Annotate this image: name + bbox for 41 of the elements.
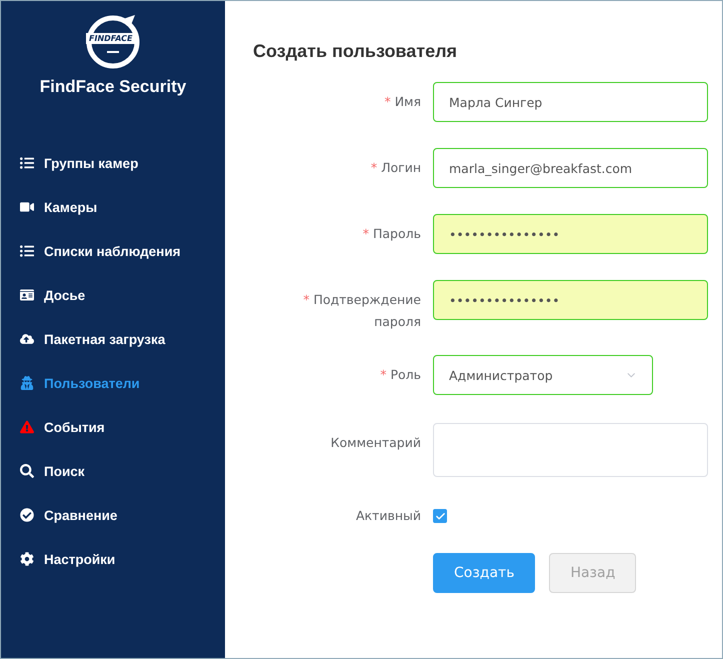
input-field[interactable]: Марла Сингер — [433, 82, 708, 122]
sidebar-item[interactable]: Пакетная загрузка — [1, 317, 225, 361]
cloud-upload-icon — [20, 332, 34, 346]
field-label: * Подтверждение пароля — [302, 291, 421, 331]
search-icon — [20, 464, 34, 478]
sidebar-item[interactable]: Списки наблюдения — [1, 229, 225, 273]
field-label: Комментарий — [330, 434, 421, 452]
comment-field[interactable] — [433, 423, 708, 477]
video-camera-icon — [20, 200, 34, 214]
settings-icon — [20, 552, 34, 566]
sidebar-item[interactable]: Сравнение — [1, 493, 225, 537]
page-title: Создать пользователя — [253, 41, 458, 62]
sidebar-item[interactable]: Камеры — [1, 185, 225, 229]
role-select[interactable]: Администратор — [433, 355, 653, 395]
warning-icon — [20, 420, 34, 434]
input-field[interactable]: ••••••••••••••• — [433, 214, 708, 254]
field-label: * Имя — [383, 93, 421, 111]
required-mark: * — [380, 367, 386, 382]
sidebar-item[interactable]: Досье — [1, 273, 225, 317]
app-name: FindFace Security — [40, 77, 186, 97]
required-mark: * — [362, 226, 369, 241]
input-field[interactable]: marla_singer@breakfast.com — [433, 148, 708, 188]
sidebar-item[interactable]: Поиск — [1, 449, 225, 493]
input-field[interactable]: ••••••••••••••• — [433, 280, 708, 320]
check-icon — [434, 510, 446, 522]
sidebar-item[interactable]: Группы камер — [1, 141, 225, 185]
list-icon — [20, 244, 34, 258]
list-icon — [20, 156, 34, 170]
sidebar-item[interactable]: Пользователи — [1, 361, 225, 405]
id-card-icon — [20, 288, 34, 302]
field-label: * Роль — [379, 366, 421, 384]
required-mark: * — [303, 292, 310, 307]
sidebar-item[interactable]: Настройки — [1, 537, 225, 581]
user-icon — [20, 376, 34, 390]
sidebar-item[interactable]: События — [1, 405, 225, 449]
checkbox[interactable] — [433, 509, 447, 523]
field-label: * Логин — [370, 159, 421, 177]
required-mark: * — [370, 160, 378, 175]
field-label: * Пароль — [362, 225, 421, 243]
required-mark: * — [384, 94, 391, 109]
field-label: Активный — [354, 507, 421, 525]
